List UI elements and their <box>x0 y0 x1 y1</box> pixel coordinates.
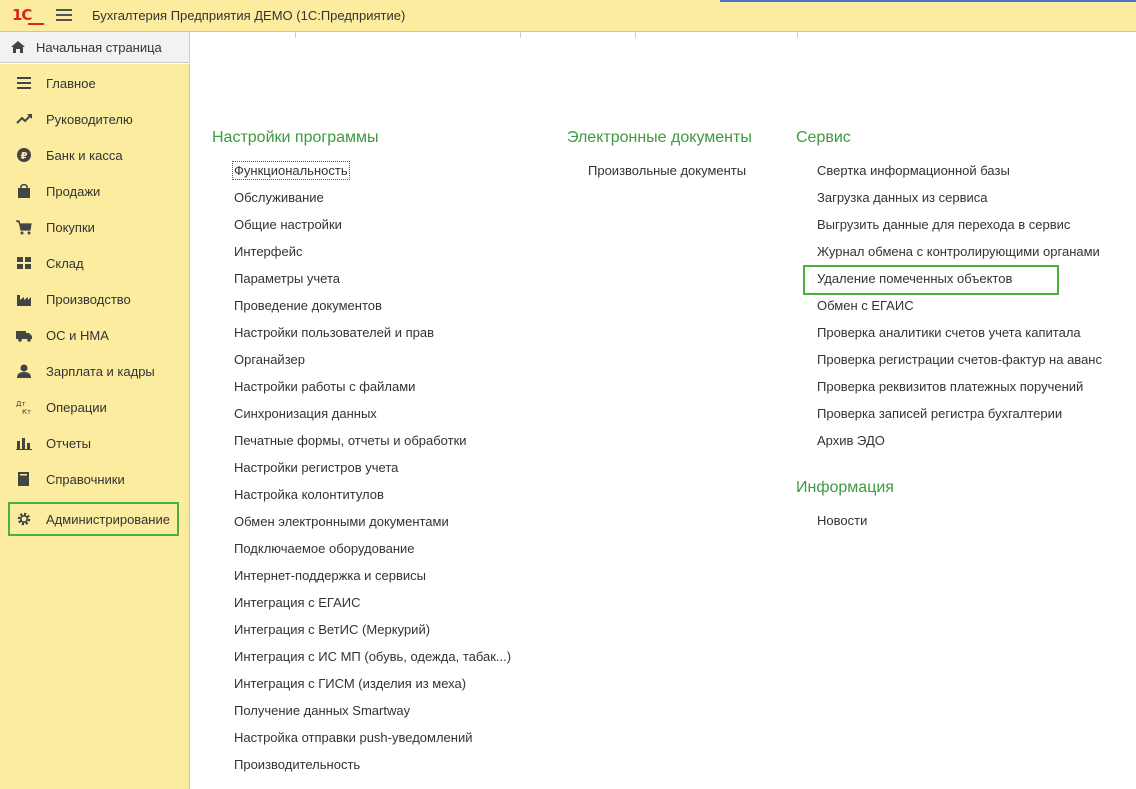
cart-icon <box>16 220 32 235</box>
link-push-notifications[interactable]: Настройка отправки push-уведомлений <box>234 730 472 745</box>
window-accent-line <box>720 0 1136 2</box>
link-load-from-service[interactable]: Загрузка данных из сервиса <box>817 190 988 205</box>
link-gism-integration[interactable]: Интеграция с ГИСМ (изделия из меха) <box>234 676 466 691</box>
link-equipment[interactable]: Подключаемое оборудование <box>234 541 415 556</box>
link-organizer[interactable]: Органайзер <box>234 352 305 367</box>
hamburger-menu-icon[interactable] <box>56 9 72 21</box>
bar-chart-icon <box>16 438 32 450</box>
sidebar-item-fixed-assets[interactable]: ОС и НМА <box>0 320 190 350</box>
svg-text:₽: ₽ <box>21 151 28 162</box>
link-export-to-service[interactable]: Выгрузить данные для перехода в сервис <box>817 217 1070 232</box>
link-edo-archive[interactable]: Архив ЭДО <box>817 433 885 448</box>
home-page-tab[interactable]: Начальная страница <box>0 32 190 63</box>
home-page-tab-label: Начальная страница <box>36 40 162 55</box>
sidebar-item-bank[interactable]: ₽ Банк и касса <box>0 140 190 170</box>
sidebar-item-label: Зарплата и кадры <box>46 364 155 379</box>
sidebar-item-label: Банк и касса <box>46 148 123 163</box>
link-db-collapse[interactable]: Свертка информационной базы <box>817 163 1010 178</box>
section-title-service: Сервис <box>796 129 851 146</box>
sections-sidebar: Главное Руководителю ₽ Банк и касса Прод… <box>0 64 190 789</box>
section-title-settings: Настройки программы <box>212 129 379 146</box>
sidebar-item-reports[interactable]: Отчеты <box>0 428 190 458</box>
link-general-settings[interactable]: Общие настройки <box>234 217 342 232</box>
link-file-settings[interactable]: Настройки работы с файлами <box>234 379 415 394</box>
link-interface[interactable]: Интерфейс <box>234 244 302 259</box>
link-accounting-params[interactable]: Параметры учета <box>234 271 340 286</box>
svg-text:Дт: Дт <box>16 400 26 408</box>
link-register-settings[interactable]: Настройки регистров учета <box>234 460 398 475</box>
sidebar-item-label: Руководителю <box>46 112 133 127</box>
title-bar: 1С Бухгалтерия Предприятия ДЕМО (1С:Пред… <box>0 0 1136 32</box>
administration-panel: Настройки программы Функциональность Обс… <box>191 38 1136 789</box>
svg-text:Кт: Кт <box>22 408 31 415</box>
sidebar-item-label: Администрирование <box>46 512 170 527</box>
link-egais-exchange[interactable]: Обмен с ЕГАИС <box>817 298 914 313</box>
section-title-edocs: Электронные документы <box>567 129 752 146</box>
link-regulatory-exchange-log[interactable]: Журнал обмена с контролирующими органами <box>817 244 1100 259</box>
app-title: Бухгалтерия Предприятия ДЕМО (1С:Предпри… <box>92 8 406 23</box>
link-print-forms[interactable]: Печатные формы, отчеты и обработки <box>234 433 467 448</box>
sidebar-item-production[interactable]: Производство <box>0 284 190 314</box>
sidebar-item-label: Склад <box>46 256 84 271</box>
sidebar-item-purchases[interactable]: Покупки <box>0 212 190 242</box>
sidebar-item-operations[interactable]: Дт Кт Операции <box>0 392 190 422</box>
book-icon <box>18 472 29 486</box>
sidebar-item-label: Производство <box>46 292 131 307</box>
link-performance[interactable]: Производительность <box>234 757 360 772</box>
link-document-posting[interactable]: Проведение документов <box>234 298 382 313</box>
section-title-info: Информация <box>796 479 894 496</box>
sidebar-item-warehouse[interactable]: Склад <box>0 248 190 278</box>
dt-kt-icon: ДтКт <box>16 400 31 415</box>
sidebar-item-label: ОС и НМА <box>46 328 109 343</box>
warehouse-icon <box>17 257 31 269</box>
sidebar-item-manager[interactable]: Руководителю <box>0 104 190 134</box>
link-egais-integration[interactable]: Интеграция с ЕГАИС <box>234 595 360 610</box>
link-headers-footers[interactable]: Настройка колонтитулов <box>234 487 384 502</box>
gear-icon <box>17 512 31 526</box>
sidebar-item-label: Отчеты <box>46 436 91 451</box>
link-payment-orders-check[interactable]: Проверка реквизитов платежных поручений <box>817 379 1083 394</box>
link-capital-accounts-check[interactable]: Проверка аналитики счетов учета капитала <box>817 325 1081 340</box>
link-internet-support[interactable]: Интернет-поддержка и сервисы <box>234 568 426 583</box>
truck-icon <box>16 331 32 342</box>
link-arbitrary-docs[interactable]: Произвольные документы <box>588 163 746 178</box>
sidebar-item-label: Покупки <box>46 220 95 235</box>
home-icon <box>11 41 25 53</box>
link-functionality[interactable]: Функциональность <box>232 161 350 180</box>
sidebar-item-directories[interactable]: Справочники <box>0 464 190 494</box>
sidebar-item-label: Главное <box>46 76 96 91</box>
sidebar-item-salary[interactable]: Зарплата и кадры <box>0 356 190 386</box>
sidebar-item-sales[interactable]: Продажи <box>0 176 190 206</box>
list-icon <box>17 77 31 89</box>
sidebar-item-label: Справочники <box>46 472 125 487</box>
sidebar-item-label: Продажи <box>46 184 101 199</box>
link-smartway[interactable]: Получение данных Smartway <box>234 703 410 718</box>
sidebar-item-label: Операции <box>46 400 107 415</box>
link-ismp-integration[interactable]: Интеграция с ИС МП (обувь, одежда, табак… <box>234 649 511 664</box>
app-logo[interactable]: 1С <box>12 6 32 24</box>
factory-icon <box>17 295 31 306</box>
link-users-rights[interactable]: Настройки пользователей и прав <box>234 325 434 340</box>
link-news[interactable]: Новости <box>817 513 867 528</box>
link-advance-invoices-check[interactable]: Проверка регистрации счетов-фактур на ав… <box>817 352 1102 367</box>
bag-icon <box>18 183 30 198</box>
link-maintenance[interactable]: Обслуживание <box>234 190 324 205</box>
link-data-sync[interactable]: Синхронизация данных <box>234 406 377 421</box>
link-edoc-exchange[interactable]: Обмен электронными документами <box>234 514 449 529</box>
person-icon <box>17 364 31 378</box>
sidebar-item-administration[interactable]: Администрирование <box>0 504 190 534</box>
logo-underline <box>28 23 44 25</box>
link-vetis-integration[interactable]: Интеграция с ВетИС (Меркурий) <box>234 622 430 637</box>
sidebar-item-main[interactable]: Главное <box>0 68 190 98</box>
trend-icon <box>16 114 32 124</box>
link-delete-marked-objects[interactable]: Удаление помеченных объектов <box>817 271 1012 286</box>
ruble-icon: ₽ <box>17 148 31 162</box>
link-ledger-records-check[interactable]: Проверка записей регистра бухгалтерии <box>817 406 1062 421</box>
